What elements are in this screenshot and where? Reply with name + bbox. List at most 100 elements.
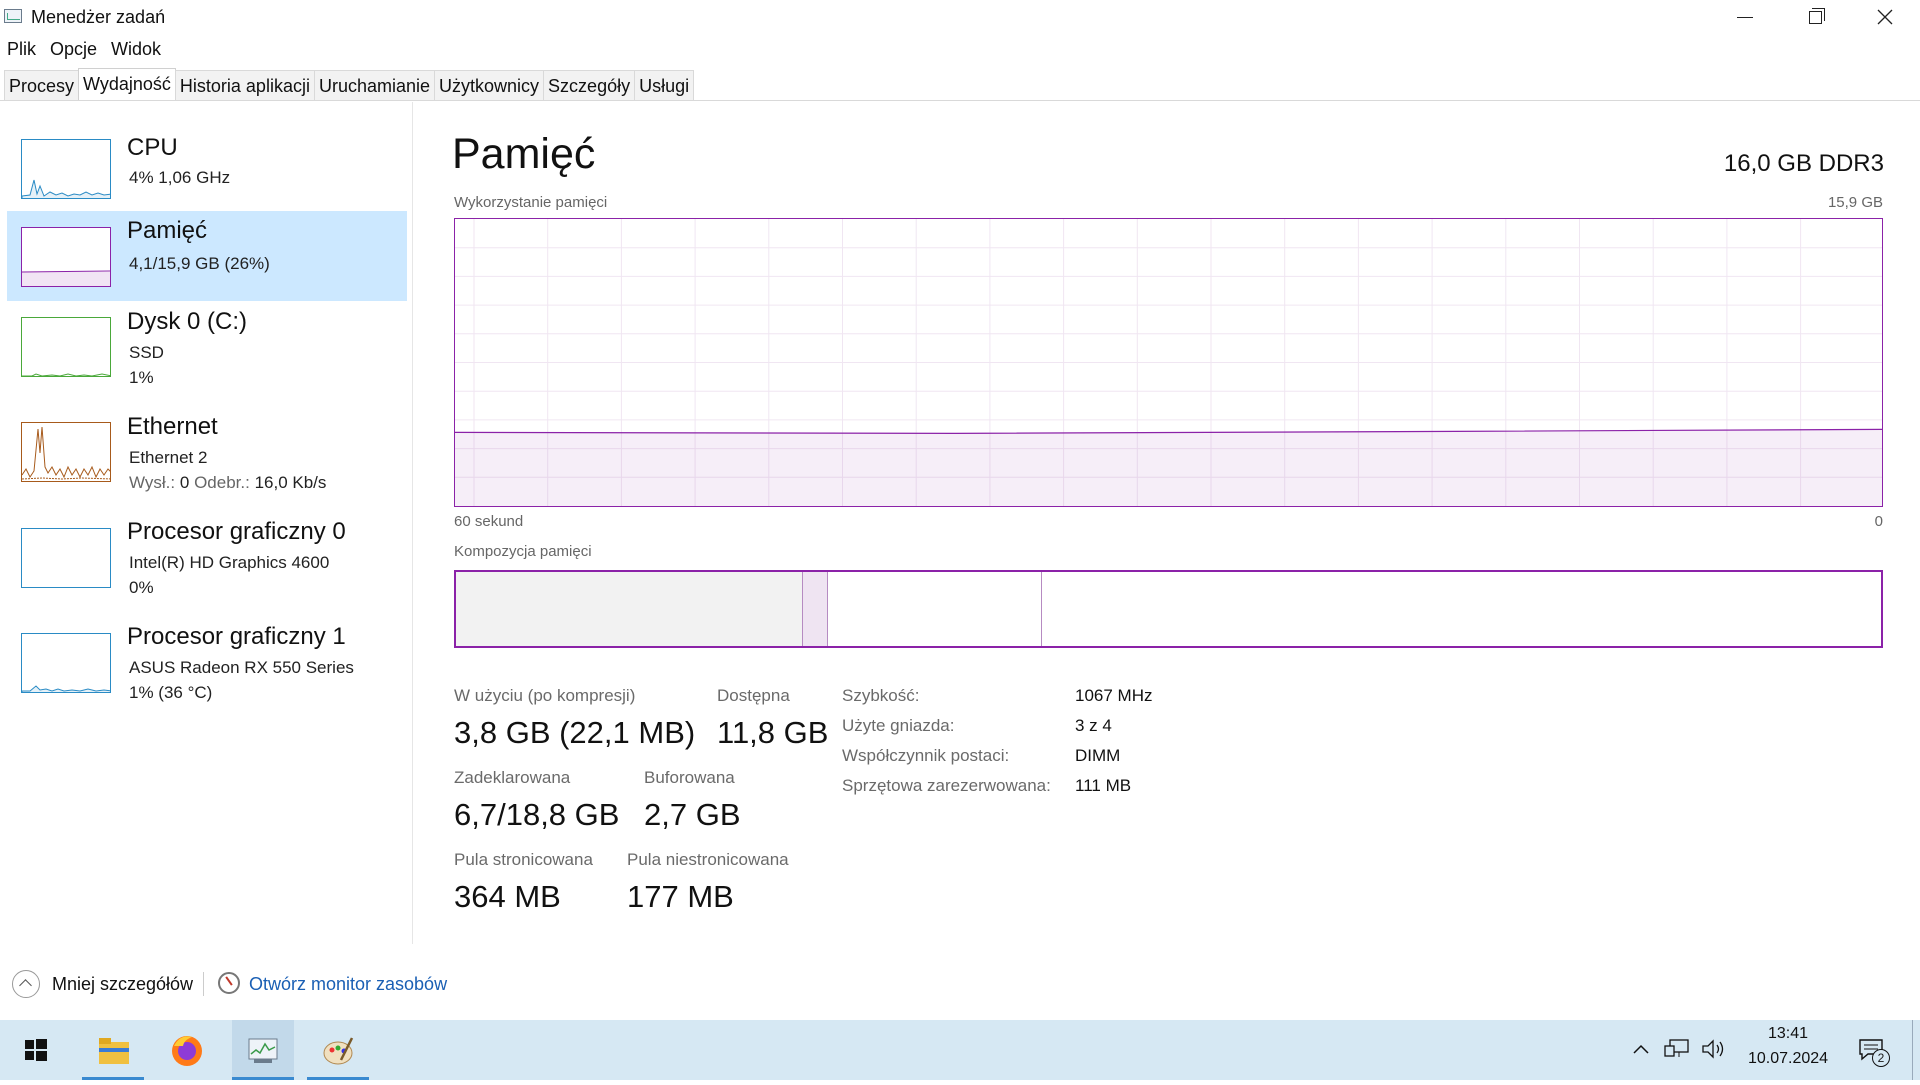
sidebar-subtitle: 4,1/15,9 GB (26%) <box>129 254 270 273</box>
minimize-button[interactable] <box>1710 0 1780 34</box>
task-manager-icon <box>4 9 22 23</box>
window-title: Menedżer zadań <box>31 7 166 27</box>
minimize-icon <box>1737 16 1753 18</box>
receive-label: Odebr.: <box>194 473 250 492</box>
sidebar-title: Procesor graficzny 0 <box>127 518 346 545</box>
menu-file[interactable]: Plik <box>0 36 43 62</box>
available-value: 11,8 GB <box>717 715 829 750</box>
usage-chart-label: Wykorzystanie pamięci <box>454 194 608 211</box>
show-desktop-button[interactable] <box>1912 1020 1913 1080</box>
chevron-up-icon[interactable] <box>12 970 40 998</box>
notification-count: 2 <box>1872 1049 1890 1067</box>
taskbar-paint[interactable] <box>307 1020 369 1080</box>
gpu1-thumbnail-graph <box>21 633 111 693</box>
sidebar-subtitle: ASUS Radeon RX 550 Series <box>129 658 354 677</box>
sidebar-detail: 1% <box>129 368 154 387</box>
paint-icon <box>323 1037 354 1065</box>
composition-modified[interactable] <box>802 572 828 646</box>
tab-services[interactable]: Usługi <box>634 70 695 100</box>
sidebar-item-gpu1[interactable]: Procesor graficzny 1 ASUS Radeon RX 550 … <box>7 617 407 707</box>
nonpaged-pool-value: 177 MB <box>627 879 734 914</box>
sidebar-item-cpu[interactable]: CPU 4% 1,06 GHz <box>7 128 407 218</box>
tab-details[interactable]: Szczegóły <box>543 70 636 100</box>
tab-app-history[interactable]: Historia aplikacji <box>174 70 315 100</box>
sidebar-item-disk[interactable]: Dysk 0 (C:) SSD 1% <box>7 302 407 392</box>
tab-processes[interactable]: Procesy <box>4 70 80 100</box>
slots-value: 3 z 4 <box>1075 716 1112 735</box>
form-factor-value: DIMM <box>1075 746 1121 765</box>
menu-options[interactable]: Opcje <box>43 36 104 62</box>
tab-users[interactable]: Użytkownicy <box>434 70 545 100</box>
tab-bar: Procesy Wydajność Historia aplikacji Uru… <box>4 68 695 101</box>
composition-standby[interactable] <box>828 572 1042 646</box>
task-manager-taskbar-icon <box>248 1038 278 1063</box>
memory-usage-svg <box>455 219 1882 506</box>
hardware-reserved-value: 111 MB <box>1075 776 1132 795</box>
usage-chart-max: 15,9 GB <box>1827 194 1883 211</box>
memory-usage-chart <box>454 218 1883 507</box>
paged-pool-value: 364 MB <box>454 879 561 914</box>
memory-composition-bar <box>454 570 1883 648</box>
chart-time-start: 60 sekund <box>454 513 524 530</box>
chart-time-end: 0 <box>1874 513 1883 530</box>
cpu-thumbnail-graph <box>21 139 111 199</box>
in-use-label: W użyciu (po kompresji) <box>454 686 636 705</box>
sidebar-subtitle: Intel(R) HD Graphics 4600 <box>129 553 330 572</box>
paged-pool-label: Pula stronicowana <box>454 850 593 869</box>
available-label: Dostępna <box>717 686 790 705</box>
form-factor-label: Współczynnik postaci: <box>842 746 1010 765</box>
menu-bar: Plik Opcje Widok <box>0 36 168 62</box>
taskbar-file-explorer[interactable] <box>82 1020 144 1080</box>
tab-performance[interactable]: Wydajność <box>78 68 176 100</box>
gpu0-thumbnail-graph <box>21 528 111 588</box>
tab-startup[interactable]: Uruchamianie <box>313 70 436 100</box>
taskbar-task-manager[interactable] <box>232 1020 294 1080</box>
network-icon[interactable] <box>1664 1038 1690 1060</box>
committed-value: 6,7/18,8 GB <box>454 797 620 832</box>
sidebar-subtitle: SSD <box>129 343 164 362</box>
volume-icon[interactable] <box>1700 1038 1726 1060</box>
disk-thumbnail-graph <box>21 317 111 377</box>
memory-thumbnail-graph <box>21 227 111 287</box>
menu-view[interactable]: Widok <box>104 36 168 62</box>
nonpaged-pool-label: Pula niestronicowana <box>627 850 789 869</box>
sidebar-title: Dysk 0 (C:) <box>127 308 247 335</box>
sidebar-item-gpu0[interactable]: Procesor graficzny 0 Intel(R) HD Graphic… <box>7 512 407 602</box>
start-button[interactable] <box>4 1020 66 1080</box>
memory-type: 16,0 GB DDR3 <box>1723 150 1884 177</box>
action-center-button[interactable]: 2 <box>1856 1034 1890 1068</box>
slots-label: Użyte gniazda: <box>842 716 955 735</box>
fewer-details-link[interactable]: Mniej szczegółów <box>52 974 193 995</box>
cached-value: 2,7 GB <box>644 797 741 832</box>
sidebar-item-ethernet[interactable]: Ethernet Ethernet 2 Wysł.: 0 Odebr.: 16,… <box>7 407 407 497</box>
firefox-icon <box>172 1036 202 1066</box>
restore-button[interactable] <box>1780 0 1850 34</box>
performance-sidebar: CPU 4% 1,06 GHz Pamięć 4,1/15,9 GB (26%)… <box>0 102 413 944</box>
send-label: Wysł.: <box>129 473 176 492</box>
open-resource-monitor-link[interactable]: Otwórz monitor zasobów <box>249 974 447 995</box>
page-title: Pamięć <box>452 130 596 178</box>
folder-icon <box>99 1038 129 1064</box>
clock-date[interactable]: 10.07.2024 <box>1738 1050 1838 1068</box>
close-icon <box>1877 9 1893 25</box>
sidebar-title: Procesor graficzny 1 <box>127 623 346 650</box>
sidebar-detail: 0% <box>129 578 154 597</box>
sidebar-title: CPU <box>127 134 178 161</box>
receive-value: 16,0 Kb/s <box>254 473 327 492</box>
sidebar-title: Pamięć <box>127 217 208 244</box>
composition-label: Kompozycja pamięci <box>454 543 592 560</box>
resource-monitor-icon[interactable] <box>218 972 240 994</box>
speed-value: 1067 MHz <box>1075 686 1153 705</box>
clock-time[interactable]: 13:41 <box>1738 1025 1838 1043</box>
composition-in-use[interactable] <box>456 572 803 646</box>
show-hidden-icons-icon[interactable] <box>1632 1040 1650 1058</box>
taskbar-firefox[interactable] <box>156 1020 218 1080</box>
memory-panel: Pamięć 16,0 GB DDR3 Wykorzystanie pamięc… <box>414 102 1920 944</box>
close-button[interactable] <box>1850 0 1920 34</box>
sidebar-subtitle: Ethernet 2 <box>129 448 208 467</box>
sidebar-title: Ethernet <box>127 413 218 440</box>
sidebar-item-memory[interactable]: Pamięć 4,1/15,9 GB (26%) <box>7 211 407 301</box>
send-value: 0 <box>179 473 190 492</box>
ethernet-thumbnail-graph <box>21 422 111 482</box>
footer-bar: Mniej szczegółów Otwórz monitor zasobów <box>0 946 1920 1021</box>
